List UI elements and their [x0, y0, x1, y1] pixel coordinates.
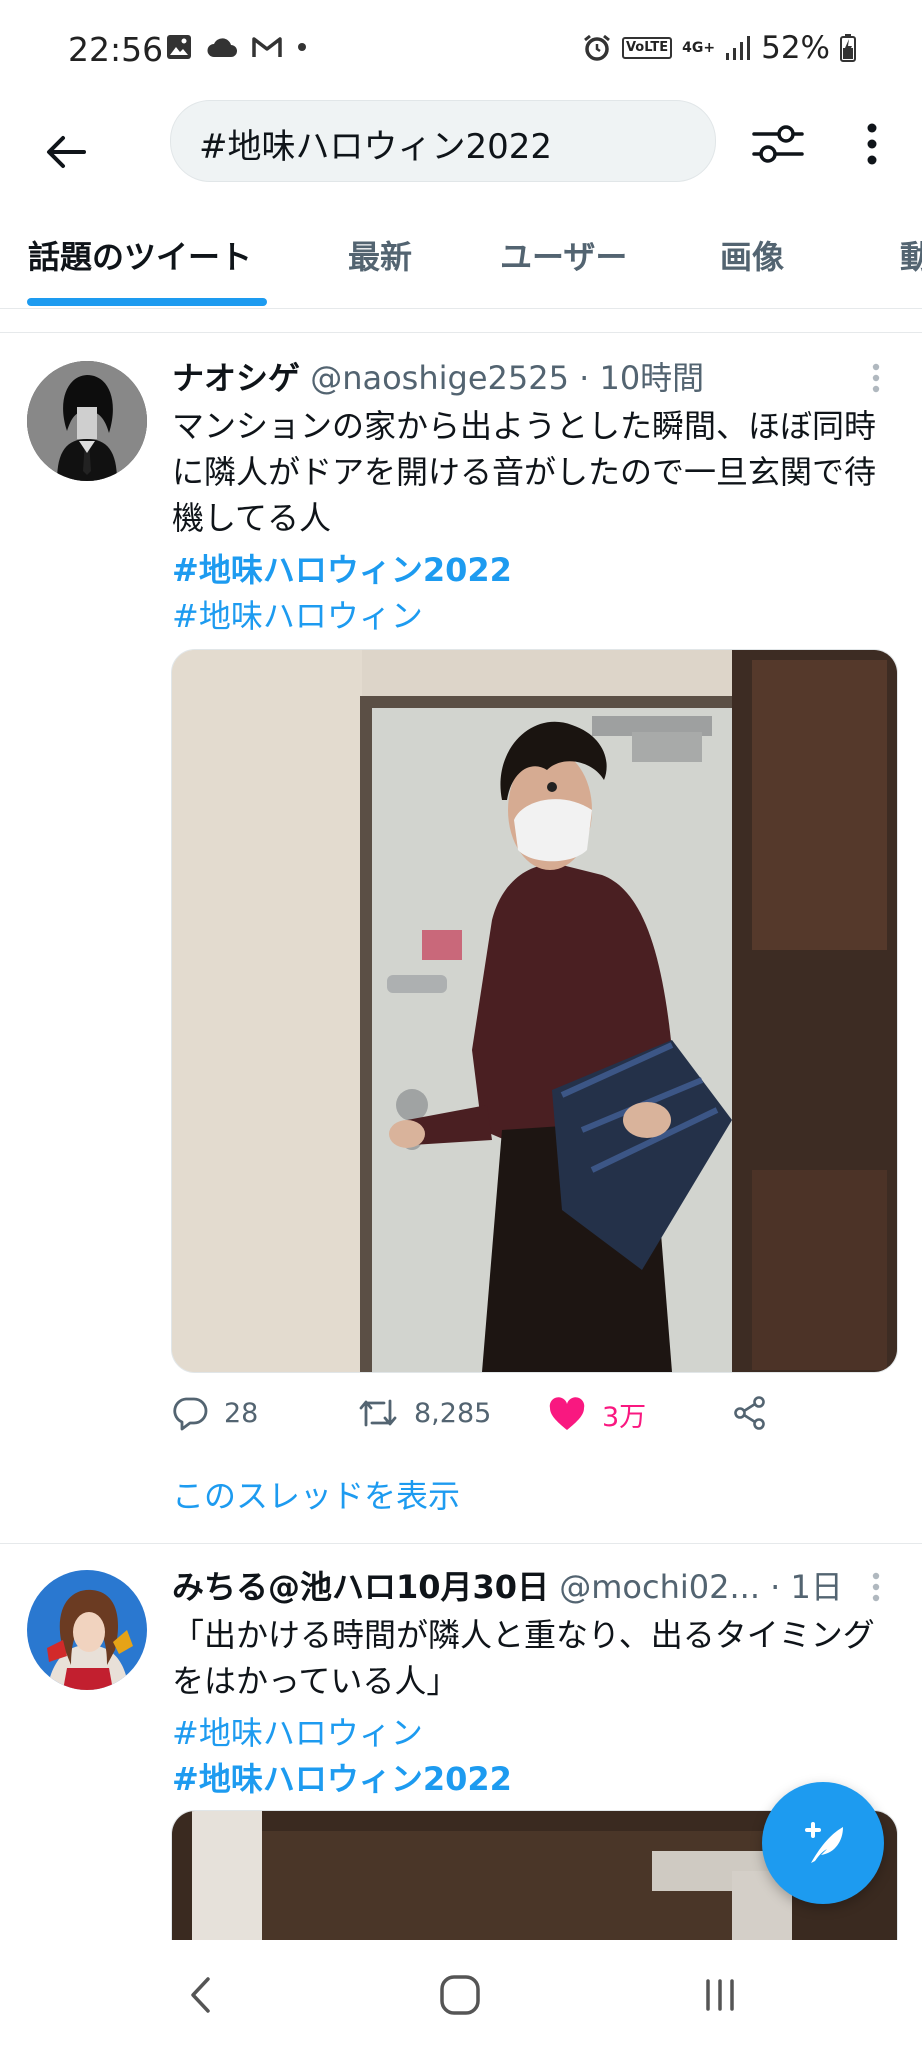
search-input[interactable]: #地味ハロウィン2022	[170, 100, 716, 182]
more-vertical-icon	[872, 1572, 880, 1602]
status-time: 22:56	[68, 30, 164, 69]
tweet-menu-button[interactable]	[868, 359, 884, 399]
hashtag-link[interactable]: #地味ハロウィン2022	[172, 545, 512, 591]
alarm-icon	[584, 34, 610, 61]
avatar-image	[27, 1570, 147, 1690]
reply-icon	[173, 1397, 208, 1431]
back-arrow-icon	[47, 136, 86, 168]
display-name[interactable]: ナオシゲ	[172, 359, 300, 397]
filter-sliders-icon	[752, 125, 804, 163]
tab-users[interactable]: ユーザー	[500, 232, 627, 278]
tweet-menu-button[interactable]	[868, 1568, 884, 1608]
volte-icon: VoLTE	[621, 37, 673, 59]
photo-image	[172, 650, 897, 1372]
tab-latest[interactable]: 最新	[348, 232, 412, 278]
avatar[interactable]	[27, 1570, 147, 1690]
avatar-image	[27, 361, 147, 481]
like-button[interactable]: 3万	[548, 1395, 646, 1434]
tab-videos[interactable]: 動	[900, 232, 922, 278]
nav-home-icon	[440, 1975, 480, 2015]
nav-back-button[interactable]	[170, 1970, 230, 2020]
search-query: #地味ハロウィン2022	[199, 127, 553, 167]
compose-feather-icon	[805, 1822, 843, 1863]
tweet-text: 「出かける時間が隣人と重なり、出るタイミングをはかっている人」	[172, 1616, 875, 1700]
nav-recents-icon	[706, 1979, 734, 2011]
more-vertical-icon	[867, 123, 877, 165]
tab-top-tweets[interactable]: 話題のツイート	[28, 232, 252, 278]
handle[interactable]: @naoshige2525	[310, 359, 569, 397]
hashtag-link[interactable]: #地味ハロウィン	[172, 591, 423, 637]
tab-active-indicator	[27, 298, 267, 306]
tweet-text: マンションの家から出ようとした瞬間、ほぼ同時に隣人がドアを開ける音がしたので一旦…	[172, 407, 877, 537]
tweet-header: ナオシゲ @naoshige2525 · 10時間	[172, 353, 704, 399]
tweet-actions: 28 8,285 3万	[172, 1395, 872, 1455]
gmail-icon	[252, 37, 282, 57]
retweet-count: 8,285	[414, 1397, 492, 1429]
like-count: 3万	[602, 1402, 647, 1433]
tweet[interactable]: ナオシゲ @naoshige2525 · 10時間 マンションの家から出ようとし…	[0, 333, 922, 1543]
hashtag-link[interactable]: #地味ハロウィン	[172, 1708, 423, 1754]
retweet-icon	[359, 1399, 397, 1427]
nav-recents-button[interactable]	[690, 1970, 750, 2020]
system-nav-bar	[0, 1940, 922, 2048]
gallery-icon	[167, 35, 191, 59]
cloud-icon	[207, 38, 237, 57]
show-thread-link[interactable]: このスレッドを表示	[172, 1471, 460, 1517]
nav-back-icon	[191, 1977, 210, 2013]
timestamp: · 10時間	[579, 359, 705, 397]
back-button[interactable]	[36, 122, 96, 182]
tweet-photo[interactable]	[171, 649, 898, 1373]
share-icon	[734, 1396, 765, 1430]
avatar[interactable]	[27, 361, 147, 481]
handle[interactable]: @mochi02...	[559, 1568, 760, 1606]
heart-filled-icon	[549, 1396, 585, 1430]
more-vertical-icon	[872, 363, 880, 393]
retweet-button[interactable]: 8,285	[358, 1395, 491, 1431]
search-header: #地味ハロウィン2022	[0, 100, 922, 210]
compose-tweet-button[interactable]	[762, 1782, 884, 1904]
tab-images[interactable]: 画像	[720, 232, 784, 278]
display-name[interactable]: みちる@池ハロ10月30日	[172, 1568, 549, 1606]
share-button[interactable]	[732, 1395, 768, 1431]
battery-icon	[840, 34, 856, 62]
timestamp: · 1日	[770, 1568, 843, 1606]
status-right-icons: VoLTE 4G+ 52%	[582, 30, 856, 66]
battery-percent: 52%	[761, 30, 830, 66]
search-filter-button[interactable]	[746, 112, 810, 176]
search-tabs: 話題のツイート 最新 ユーザー 画像 動	[0, 210, 922, 309]
network-4g-icon: 4G+	[682, 40, 716, 56]
hashtag-link[interactable]: #地味ハロウィン2022	[172, 1754, 512, 1800]
status-left-icons	[166, 34, 308, 60]
tweet-header: みちる@池ハロ10月30日 @mochi02... · 1日	[172, 1562, 843, 1608]
more-options-button[interactable]	[850, 112, 894, 176]
dot-icon	[298, 43, 306, 51]
status-bar: 22:56 VoLTE 4G+ 52%	[0, 0, 922, 100]
nav-home-button[interactable]	[430, 1970, 490, 2020]
reply-count: 28	[224, 1397, 259, 1429]
reply-button[interactable]: 28	[172, 1395, 258, 1431]
signal-icon	[726, 36, 751, 60]
